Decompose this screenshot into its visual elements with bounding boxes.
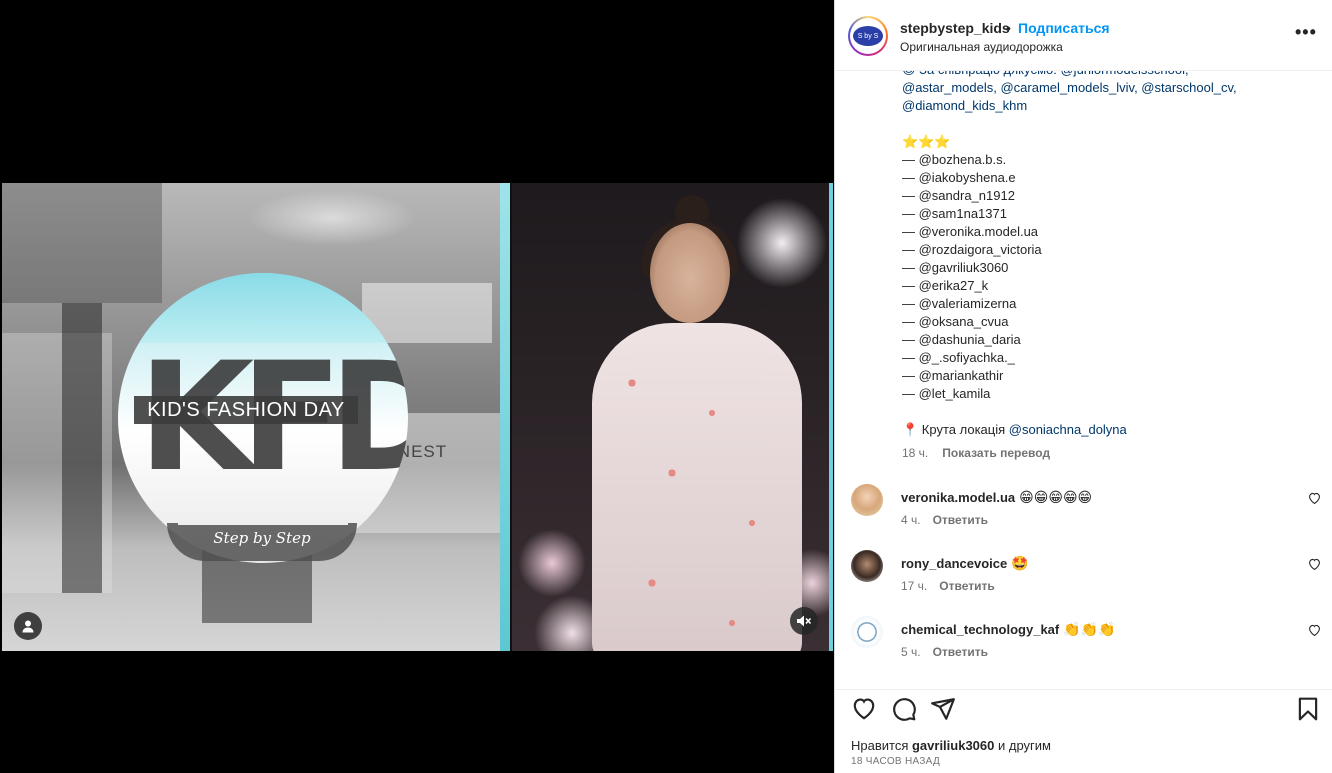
logo-divider xyxy=(178,522,348,525)
likes-user[interactable]: gavriliuk3060 xyxy=(912,738,994,753)
translate-button[interactable]: Показать перевод xyxy=(942,446,1050,460)
commenter-avatar[interactable] xyxy=(851,616,883,648)
likes-prefix: Нравится xyxy=(851,738,912,753)
share-icon[interactable] xyxy=(930,696,956,722)
mention-line[interactable]: — @oksana_cvua xyxy=(902,313,1302,331)
audio-track-link[interactable]: Оригинальная аудиодорожка xyxy=(900,40,1063,54)
post-sidebar: S by S stepbystep_kids • Подписаться Ори… xyxy=(834,0,1332,773)
likes-suffix[interactable]: и другим xyxy=(994,738,1051,753)
user-tag-icon[interactable] xyxy=(14,612,42,640)
caption-line: 😍 За співпрацю дякуємо: @juniormodelssch… xyxy=(902,71,1302,79)
mention-line[interactable]: — @sandra_n1912 xyxy=(902,187,1302,205)
runway-scene-right xyxy=(512,183,833,651)
comment-icon[interactable] xyxy=(891,696,917,722)
comment-text: 👏👏👏 xyxy=(1063,621,1116,637)
comment-time: 17 ч. xyxy=(901,579,928,593)
mention-line[interactable]: — @dashunia_daria xyxy=(902,331,1302,349)
separator-dot: • xyxy=(1006,20,1011,36)
comment-text: 🤩 xyxy=(1011,555,1029,571)
comment-text: 😁😁😁😁😁 xyxy=(1019,489,1093,505)
mention-line[interactable]: — @rozdaigora_victoria xyxy=(902,241,1302,259)
follow-button[interactable]: Подписаться xyxy=(1018,20,1110,36)
post-media[interactable]: ALNEST KFD KID'S FASHION DAY Step by Ste… xyxy=(0,0,834,773)
comment-item: veronika.model.ua 😁😁😁😁😁 4 ч. Ответить xyxy=(835,484,1332,544)
frame-edge xyxy=(829,183,833,651)
stars-emoji: ⭐⭐⭐ xyxy=(902,134,951,149)
commenter-avatar[interactable] xyxy=(851,550,883,582)
comment-heart-icon[interactable] xyxy=(1308,492,1321,504)
comment-time: 4 ч. xyxy=(901,513,921,527)
logo-banner: KID'S FASHION DAY xyxy=(134,396,358,424)
author-avatar[interactable]: S by S xyxy=(848,16,888,56)
reply-button[interactable]: Ответить xyxy=(933,513,988,527)
comment-heart-icon[interactable] xyxy=(1308,558,1321,570)
commenter-username[interactable]: chemical_technology_kaf xyxy=(901,622,1059,637)
author-avatar-logo: S by S xyxy=(853,26,883,46)
commenter-username[interactable]: rony_dancevoice xyxy=(901,556,1007,571)
post-timestamp[interactable]: 18 ЧАСОВ НАЗАД xyxy=(851,756,940,767)
author-username[interactable]: stepbystep_kids xyxy=(900,20,1010,36)
bookmark-icon[interactable] xyxy=(1295,696,1321,722)
reply-button[interactable]: Ответить xyxy=(933,645,988,659)
mention-line[interactable]: — @_.sofiyachka._ xyxy=(902,349,1302,367)
comment-time: 5 ч. xyxy=(901,645,921,659)
mention-line[interactable]: — @gavriliuk3060 xyxy=(902,259,1302,277)
location-mention[interactable]: @soniachna_dolyna xyxy=(1009,422,1127,437)
mention-line[interactable]: — @sam1na1371 xyxy=(902,205,1302,223)
split-divider xyxy=(500,183,510,651)
mention-line[interactable]: — @valeriamizerna xyxy=(902,295,1302,313)
reply-button[interactable]: Ответить xyxy=(939,579,994,593)
comments-scroll-area[interactable]: 😍 За співпрацю дякуємо: @juniormodelssch… xyxy=(835,71,1332,689)
video-player[interactable]: ALNEST KFD KID'S FASHION DAY Step by Ste… xyxy=(2,183,833,651)
comment-heart-icon[interactable] xyxy=(1308,624,1321,636)
muted-speaker-icon[interactable] xyxy=(790,607,818,635)
caption-meta: 18 ч. Показать перевод xyxy=(902,446,1050,460)
action-bar: Нравится gavriliuk3060 и другим 18 ЧАСОВ… xyxy=(835,689,1332,773)
comment-item: rony_dancevoice 🤩 17 ч. Ответить xyxy=(835,550,1332,610)
post-caption: 😍 За співпрацю дякуємо: @juniormodelssch… xyxy=(902,71,1302,439)
mention-line[interactable]: — @iakobyshena.e xyxy=(902,169,1302,187)
model-face xyxy=(650,223,730,323)
mention-line[interactable]: — @mariankathir xyxy=(902,367,1302,385)
mention-line[interactable]: — @veronika.model.ua xyxy=(902,223,1302,241)
logo-tagline: Step by Step xyxy=(213,529,311,547)
caption-time: 18 ч. xyxy=(902,446,929,460)
model-dress xyxy=(592,323,802,651)
location-text: 📍 Крута локація xyxy=(902,422,1009,437)
runway-scene-left: ALNEST KFD KID'S FASHION DAY Step by Ste… xyxy=(2,183,510,651)
commenter-username[interactable]: veronika.model.ua xyxy=(901,490,1015,505)
location-line: 📍 Крута локація @soniachna_dolyna xyxy=(902,421,1302,439)
post-header: S by S stepbystep_kids • Подписаться Ори… xyxy=(835,0,1332,71)
commenter-avatar[interactable] xyxy=(851,484,883,516)
mention-line[interactable]: — @let_kamila xyxy=(902,385,1302,403)
mention-line[interactable]: — @erika27_k xyxy=(902,277,1302,295)
caption-line[interactable]: @astar_models, @caramel_models_lviv, @st… xyxy=(902,79,1302,97)
likes-summary: Нравится gavriliuk3060 и другим xyxy=(851,738,1051,753)
caption-line[interactable]: @diamond_kids_khm xyxy=(902,97,1302,115)
more-options-icon[interactable]: ••• xyxy=(1295,22,1317,43)
mention-line[interactable]: — @bozhena.b.s. xyxy=(902,151,1302,169)
heart-icon[interactable] xyxy=(851,696,877,722)
comment-item: chemical_technology_kaf 👏👏👏 5 ч. Ответить xyxy=(835,616,1332,676)
